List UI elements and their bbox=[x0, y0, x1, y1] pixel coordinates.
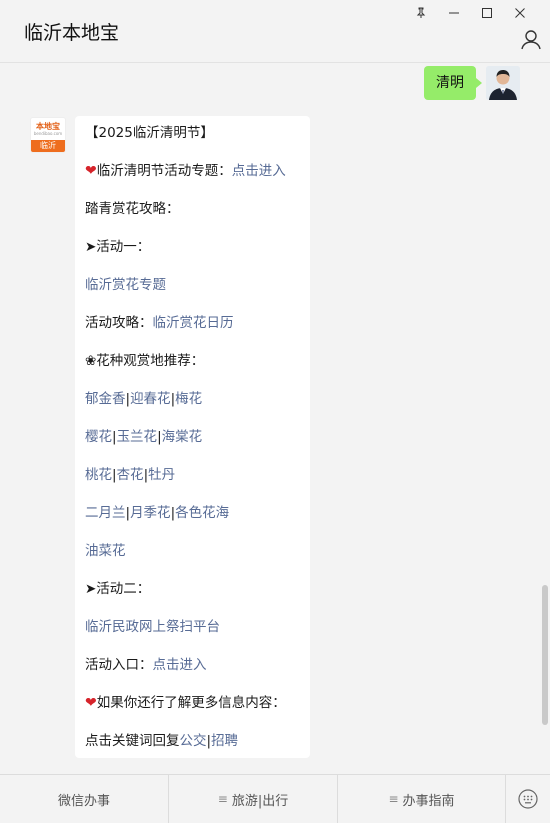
flower-link-crabapple[interactable]: 海棠花 bbox=[162, 429, 203, 445]
flower-link-tulip[interactable]: 郁金香 bbox=[85, 391, 126, 407]
window-controls bbox=[404, 4, 536, 22]
flower-link-rapeseed[interactable]: 油菜花 bbox=[85, 543, 126, 559]
flower-link-magnolia[interactable]: 玉兰花 bbox=[117, 429, 158, 445]
reply-line-qingming-topic: ❤临沂清明节活动专题：点击进入 bbox=[85, 163, 286, 179]
reply-message-bubble: 【2025临沂清明节】 ❤临沂清明节活动专题：点击进入 踏青赏花攻略： ➤活动一… bbox=[75, 116, 310, 758]
official-account-avatar[interactable]: 本地宝 bendibao.com 临沂 bbox=[30, 117, 66, 153]
scrollbar-thumb[interactable] bbox=[542, 585, 548, 725]
reply-line-activity-guide: 活动攻略：临沂赏花日历 bbox=[85, 315, 234, 331]
flower-link-flower-sea[interactable]: 各色花海 bbox=[175, 505, 229, 521]
profile-icon[interactable] bbox=[520, 28, 542, 50]
title-bar: 临沂本地宝 bbox=[0, 0, 550, 63]
activity-entry-link[interactable]: 点击进入 bbox=[153, 657, 207, 673]
heart-icon: ❤ bbox=[85, 695, 97, 711]
keyboard-icon bbox=[518, 789, 538, 809]
enter-topic-link[interactable]: 点击进入 bbox=[232, 163, 286, 179]
flower-link-row: 桃花|杏花|牡丹 bbox=[85, 467, 176, 483]
flower-link-row: 郁金香|迎春花|梅花 bbox=[85, 391, 203, 407]
flower-link-peach[interactable]: 桃花 bbox=[85, 467, 112, 483]
reply-line-spring-outing: 踏青赏花攻略： bbox=[85, 201, 180, 217]
reply-line-flower-recommend: ❀花种观赏地推荐： bbox=[85, 353, 205, 369]
reply-line-activity-two: ➤活动二： bbox=[85, 581, 151, 597]
reply-heading: 【2025临沂清明节】 bbox=[85, 125, 214, 141]
bottom-menu-bar: 微信办事 ≡ 旅游|出行 ≡ 办事指南 bbox=[0, 774, 550, 823]
reply-line-activity-entry: 活动入口：点击进入 bbox=[85, 657, 207, 673]
sent-message-row: 清明 bbox=[424, 66, 520, 100]
reply-line-more-info: ❤如果你还行了解更多信息内容： bbox=[85, 695, 286, 711]
heart-icon: ❤ bbox=[85, 163, 97, 179]
flower-link-orychophragmus[interactable]: 二月兰 bbox=[85, 505, 126, 521]
flower-link-plum[interactable]: 梅花 bbox=[175, 391, 202, 407]
flower-link-peony[interactable]: 牡丹 bbox=[148, 467, 175, 483]
flower-link-row: 油菜花 bbox=[85, 542, 126, 560]
maximize-icon[interactable] bbox=[470, 4, 503, 22]
menu-list-icon: ≡ bbox=[217, 792, 228, 806]
menu-service-guide[interactable]: ≡ 办事指南 bbox=[338, 775, 506, 823]
window-title: 临沂本地宝 bbox=[24, 22, 120, 44]
keyboard-toggle-button[interactable] bbox=[506, 775, 550, 823]
flower-link-rose[interactable]: 月季花 bbox=[130, 505, 171, 521]
sent-message-bubble[interactable]: 清明 bbox=[424, 66, 482, 100]
flower-calendar-link[interactable]: 临沂赏花日历 bbox=[153, 315, 234, 331]
flower-link-apricot[interactable]: 杏花 bbox=[117, 467, 144, 483]
flower-topic-link[interactable]: 临沂赏花专题 bbox=[85, 276, 166, 294]
online-tomb-sweeping-link[interactable]: 临沂民政网上祭扫平台 bbox=[85, 618, 220, 636]
keyword-jobs-link[interactable]: 招聘 bbox=[211, 733, 238, 749]
keyword-bus-link[interactable]: 公交 bbox=[180, 733, 207, 749]
flower-link-cherry[interactable]: 樱花 bbox=[85, 429, 112, 445]
flower-link-row: 二月兰|月季花|各色花海 bbox=[85, 505, 230, 521]
user-avatar[interactable] bbox=[486, 66, 520, 100]
reply-line-keywords: 点击关键词回复公交|招聘 bbox=[85, 733, 239, 749]
menu-list-icon: ≡ bbox=[388, 792, 399, 806]
menu-travel[interactable]: ≡ 旅游|出行 bbox=[169, 775, 338, 823]
flower-link-row: 樱花|玉兰花|海棠花 bbox=[85, 429, 203, 445]
reply-line-activity-one: ➤活动一： bbox=[85, 239, 151, 255]
close-icon[interactable] bbox=[503, 4, 536, 22]
pin-icon[interactable] bbox=[404, 4, 437, 22]
flower-link-winter-jasmine[interactable]: 迎春花 bbox=[130, 391, 171, 407]
menu-wechat-services[interactable]: 微信办事 bbox=[0, 775, 169, 823]
minimize-icon[interactable] bbox=[437, 4, 470, 22]
